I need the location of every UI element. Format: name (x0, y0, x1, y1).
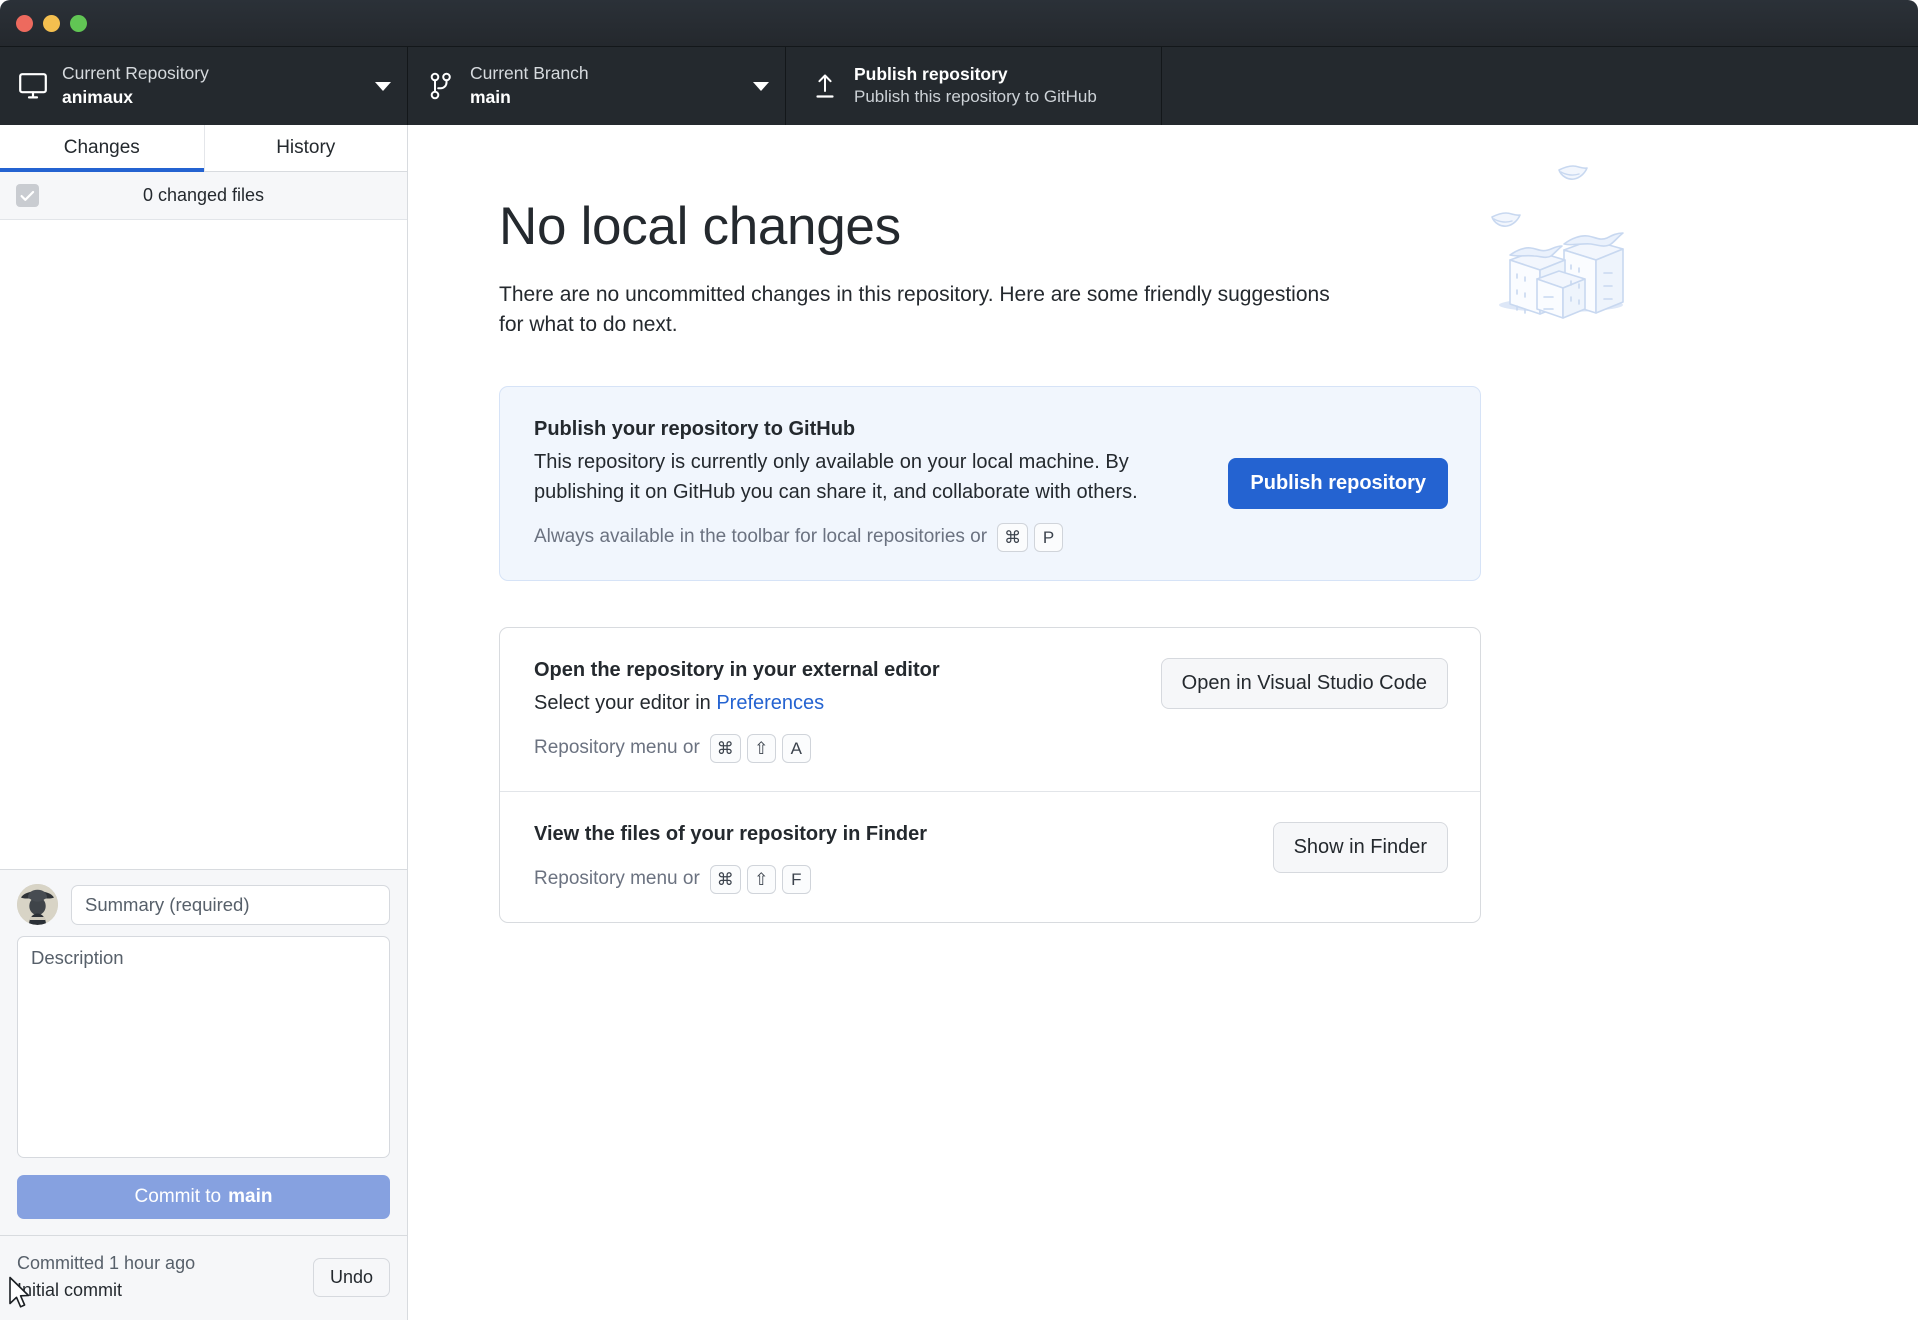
last-commit-message: Initial commit (17, 1280, 123, 1300)
external-editor-main: Open the repository in your external edi… (534, 656, 1137, 763)
changes-sidebar: Changes History 0 changed files Summary … (0, 125, 408, 1320)
finder-actions: Show in Finder (1272, 820, 1448, 873)
traffic-light-buttons (16, 14, 87, 32)
commit-summary-row (17, 884, 390, 925)
command-key: ⌘ (709, 733, 741, 763)
avatar (17, 884, 58, 925)
no-changes-panel: No local changes There are no uncommitte… (408, 125, 1918, 1320)
finder-row: View the files of your repository in Fin… (500, 790, 1480, 922)
current-repository-label: Current Repository (62, 63, 209, 84)
finder-hint-text: Repository menu or (534, 867, 700, 889)
chevron-down-icon (375, 81, 391, 91)
external-editor-hint: Repository menu or ⌘ ⇧ A (534, 733, 1137, 763)
current-repository-dropdown[interactable]: Current Repository animaux (0, 47, 408, 125)
publish-suggestion-card: Publish your repository to GitHub This r… (499, 385, 1481, 581)
publish-card-description: This repository is currently only availa… (534, 450, 1138, 503)
current-branch-value: main (470, 87, 511, 107)
stacked-boxes-illustration (1451, 147, 1661, 327)
current-branch-text: Current Branch main (470, 62, 743, 109)
external-editor-row: Open the repository in your external edi… (500, 628, 1480, 791)
branch-icon (426, 72, 456, 100)
changed-files-header: 0 changed files (0, 172, 407, 220)
a-key: A (781, 733, 811, 763)
no-changes-content: No local changes There are no uncommitte… (499, 165, 1699, 923)
shift-key: ⇧ (746, 864, 776, 894)
undo-commit-texts: Committed 1 hour ago Initial commit (17, 1250, 313, 1304)
external-editor-shortcut-keys: ⌘ ⇧ A (709, 733, 811, 763)
command-key: ⌘ (997, 522, 1029, 552)
tab-history-label: History (276, 137, 336, 158)
changed-files-list (0, 220, 407, 869)
changed-files-count: 0 changed files (142, 185, 265, 205)
window-titlebar (0, 0, 1918, 46)
publish-card-row: Publish your repository to GitHub This r… (500, 387, 1480, 580)
tab-changes[interactable]: Changes (0, 125, 204, 172)
page-description: There are no uncommitted changes in this… (499, 282, 1330, 336)
publish-card-shortcut-keys: ⌘ P (997, 522, 1064, 552)
suggestions-card: Open the repository in your external edi… (499, 626, 1481, 923)
external-editor-actions: Open in Visual Studio Code (1160, 656, 1448, 709)
external-editor-hint-text: Repository menu or (534, 736, 700, 758)
select-all-files-checkbox[interactable] (16, 184, 39, 207)
app-toolbar: Current Repository animaux Current Branc… (0, 46, 1918, 125)
desktop-icon (18, 73, 48, 99)
app-body: Changes History 0 changed files Summary … (0, 125, 1918, 1320)
finder-main: View the files of your repository in Fin… (534, 820, 1249, 894)
tab-history[interactable]: History (203, 125, 407, 171)
publish-card-hint: Always available in the toolbar for loca… (534, 522, 1204, 552)
chevron-down-icon (753, 81, 769, 91)
finder-hint: Repository menu or ⌘ ⇧ F (534, 864, 1249, 894)
undo-commit-bar: Committed 1 hour ago Initial commit Undo (0, 1235, 407, 1320)
show-in-finder-button[interactable]: Show in Finder (1272, 821, 1448, 873)
commit-button-branch: main (228, 1186, 273, 1207)
toolbar-empty-space (1162, 47, 1918, 125)
maximize-window-button[interactable] (70, 14, 87, 32)
commit-description-input[interactable] (17, 936, 390, 1158)
undo-button[interactable]: Undo (312, 1257, 390, 1297)
github-desktop-window: Current Repository animaux Current Branc… (0, 0, 1918, 1320)
tab-changes-label: Changes (63, 137, 140, 158)
preferences-link[interactable]: Preferences (716, 692, 824, 714)
publish-repository-text: Publish repository Publish this reposito… (854, 63, 1145, 110)
commit-form: Commit to main (0, 869, 407, 1235)
last-commit-time: Committed 1 hour ago (17, 1253, 196, 1273)
open-in-editor-button[interactable]: Open in Visual Studio Code (1160, 657, 1448, 709)
current-branch-dropdown[interactable]: Current Branch main (408, 47, 786, 125)
p-key: P (1034, 522, 1064, 552)
minimize-window-button[interactable] (43, 14, 60, 32)
external-editor-description-prefix: Select your editor in (534, 691, 717, 714)
external-editor-description: Select your editor in Preferences (534, 688, 1137, 718)
close-window-button[interactable] (16, 14, 33, 32)
current-repository-text: Current Repository animaux (62, 62, 365, 109)
publish-repository-title: Publish repository (854, 63, 1008, 84)
commit-to-branch-button[interactable]: Commit to main (17, 1175, 390, 1219)
publish-repository-toolbar-button[interactable]: Publish repository Publish this reposito… (786, 47, 1162, 125)
publish-card-title: Publish your repository to GitHub (534, 417, 856, 440)
current-repository-value: animaux (62, 87, 133, 107)
external-editor-title: Open the repository in your external edi… (534, 658, 940, 681)
finder-shortcut-keys: ⌘ ⇧ F (709, 864, 811, 894)
publish-card-actions: Publish repository (1228, 457, 1448, 509)
commit-summary-input[interactable] (71, 884, 390, 925)
f-key: F (781, 864, 811, 894)
shift-key: ⇧ (746, 733, 776, 763)
upload-icon (810, 72, 840, 100)
publish-repository-button[interactable]: Publish repository (1228, 457, 1448, 509)
commit-button-prefix: Commit to (134, 1186, 222, 1207)
sidebar-tabs: Changes History (0, 125, 407, 172)
command-key: ⌘ (709, 864, 741, 894)
publish-card-main: Publish your repository to GitHub This r… (534, 415, 1204, 552)
current-branch-label: Current Branch (470, 63, 589, 84)
publish-card-hint-text: Always available in the toolbar for loca… (534, 525, 988, 547)
finder-title: View the files of your repository in Fin… (534, 822, 928, 845)
publish-repository-subtitle: Publish this repository to GitHub (854, 87, 1097, 107)
